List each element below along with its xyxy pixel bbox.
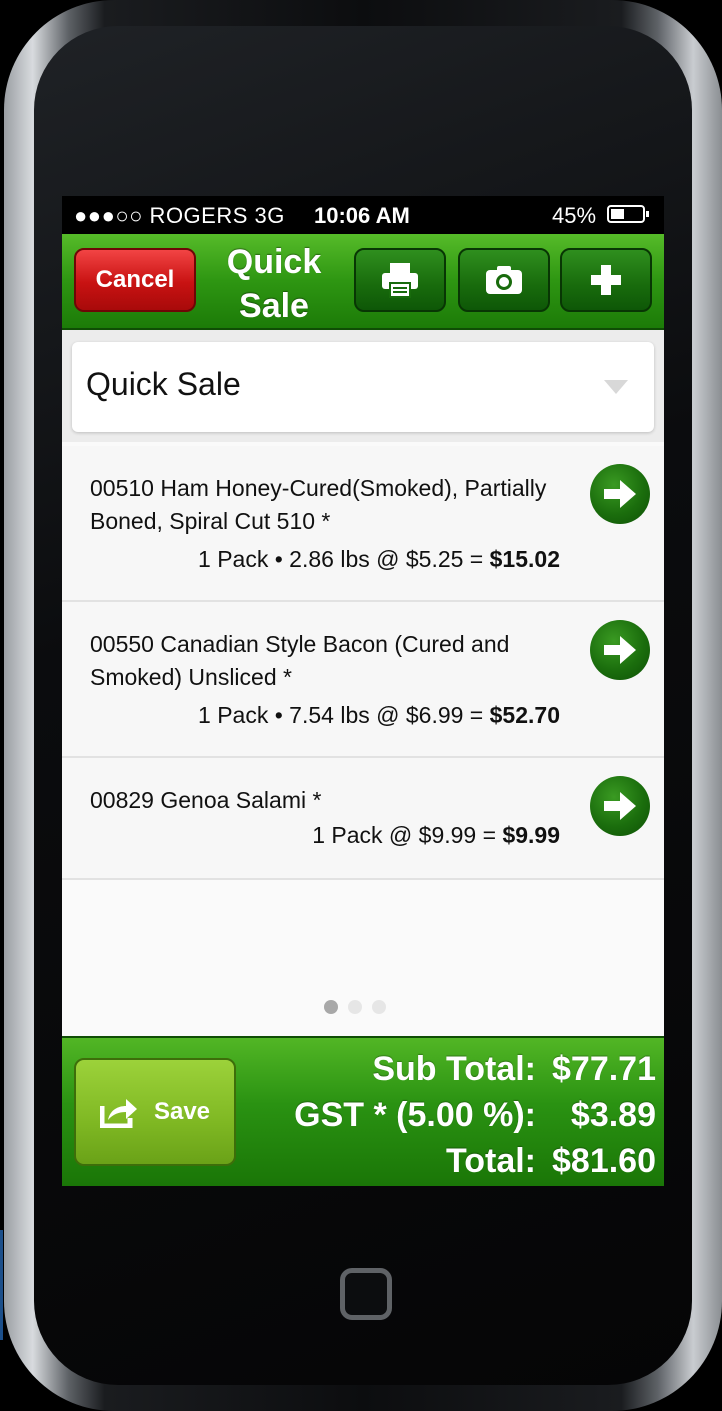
customer-select-value: Quick Sale (86, 366, 241, 402)
item-calc-text: 1 Pack • 7.54 lbs @ $6.99 = (198, 702, 490, 728)
carrier-label: ●●●○○ ROGERS 3G (74, 203, 285, 228)
customer-select[interactable]: Quick Sale (72, 342, 654, 432)
totals-footer: Save Sub Total: $77.71 GST * (5.00 %): $3.… (62, 1036, 664, 1186)
subtotal-row: Sub Total: $77.71 (294, 1046, 656, 1092)
line-items-list: 00510 Ham Honey-Cured(Smoked), Partially… (62, 446, 664, 880)
page-title-line2: Sale (239, 287, 309, 325)
subtotal-label: Sub Total: (372, 1050, 536, 1088)
subtotal-value: $77.71 (552, 1050, 656, 1088)
page-dot[interactable] (324, 1000, 338, 1014)
item-calc: 1 Pack • 2.86 lbs @ $5.25 = $15.02 (198, 546, 560, 573)
battery-percent: 45% (552, 203, 597, 228)
save-button[interactable]: Save (74, 1058, 236, 1166)
item-desc-line2: Smoked) Unsliced * (90, 664, 292, 690)
battery-icon (607, 205, 649, 223)
item-total: $52.70 (489, 702, 560, 728)
item-calc: 1 Pack @ $9.99 = $9.99 (312, 822, 560, 849)
item-desc-line1: 00550 Canadian Style Bacon (Cured and (90, 631, 510, 657)
gst-row: GST * (5.00 %): $3.89 (294, 1092, 656, 1138)
page-title-line1: Quick (226, 243, 322, 281)
share-icon (99, 1099, 137, 1128)
item-desc-line1: 00510 Ham Honey-Cured(Smoked), Partially (90, 475, 547, 501)
print-button[interactable] (354, 248, 446, 312)
item-calc-text: 1 Pack @ $9.99 = (312, 822, 503, 848)
total-row: Total: $81.60 (294, 1138, 656, 1184)
clock: 10:06 AM (314, 203, 410, 228)
item-calc-text: 1 Pack • 2.86 lbs @ $5.25 = (198, 546, 490, 572)
item-detail-button[interactable] (590, 464, 650, 524)
dropdown-arrow-icon (604, 380, 628, 394)
item-detail-button[interactable] (590, 776, 650, 836)
item-description: 00550 Canadian Style Bacon (Cured and Sm… (90, 628, 590, 694)
page-dot[interactable] (348, 1000, 362, 1014)
item-total: $9.99 (502, 822, 560, 848)
item-desc-line2: Boned, Spiral Cut 510 * (90, 508, 331, 534)
nav-bar: Cancel Quick Sale (62, 234, 664, 330)
page-dot[interactable] (372, 1000, 386, 1014)
item-calc: 1 Pack • 7.54 lbs @ $6.99 = $52.70 (198, 702, 560, 729)
save-label: Save (153, 1098, 211, 1125)
list-item[interactable]: 00829 Genoa Salami * 1 Pack @ $9.99 = $9… (62, 758, 664, 880)
item-total: $15.02 (489, 546, 560, 572)
camera-button[interactable] (458, 248, 550, 312)
side-edge (0, 1230, 3, 1340)
home-button[interactable] (340, 1268, 392, 1320)
arrow-right-icon (604, 792, 636, 820)
item-description: 00510 Ham Honey-Cured(Smoked), Partially… (90, 472, 590, 538)
page-title: Quick Sale (212, 240, 336, 328)
totals-summary: Sub Total: $77.71 GST * (5.00 %): $3.89 To… (294, 1046, 656, 1184)
camera-icon (486, 266, 522, 294)
arrow-right-icon (604, 636, 636, 664)
total-label: Total: (445, 1142, 536, 1180)
list-item[interactable]: 00510 Ham Honey-Cured(Smoked), Partially… (62, 446, 664, 602)
total-value: $81.60 (552, 1142, 656, 1180)
plus-icon (591, 265, 621, 295)
add-item-button[interactable] (560, 248, 652, 312)
cancel-button[interactable]: Cancel (74, 248, 196, 312)
page-indicator[interactable] (324, 1000, 396, 1019)
screen: ●●●○○ ROGERS 3G 10:06 AM 45% Cancel Quic… (62, 196, 664, 1186)
list-item[interactable]: 00550 Canadian Style Bacon (Cured and Sm… (62, 602, 664, 758)
arrow-right-icon (604, 480, 636, 508)
status-bar: ●●●○○ ROGERS 3G 10:06 AM 45% (62, 196, 664, 234)
gst-value: $3.89 (570, 1096, 656, 1134)
printer-icon (382, 263, 418, 298)
item-desc-line1: 00829 Genoa Salami * (90, 787, 322, 813)
item-description: 00829 Genoa Salami * (90, 784, 590, 817)
customer-select-area: Quick Sale (62, 330, 664, 442)
item-detail-button[interactable] (590, 620, 650, 680)
gst-label: GST * (5.00 %): (294, 1096, 536, 1134)
